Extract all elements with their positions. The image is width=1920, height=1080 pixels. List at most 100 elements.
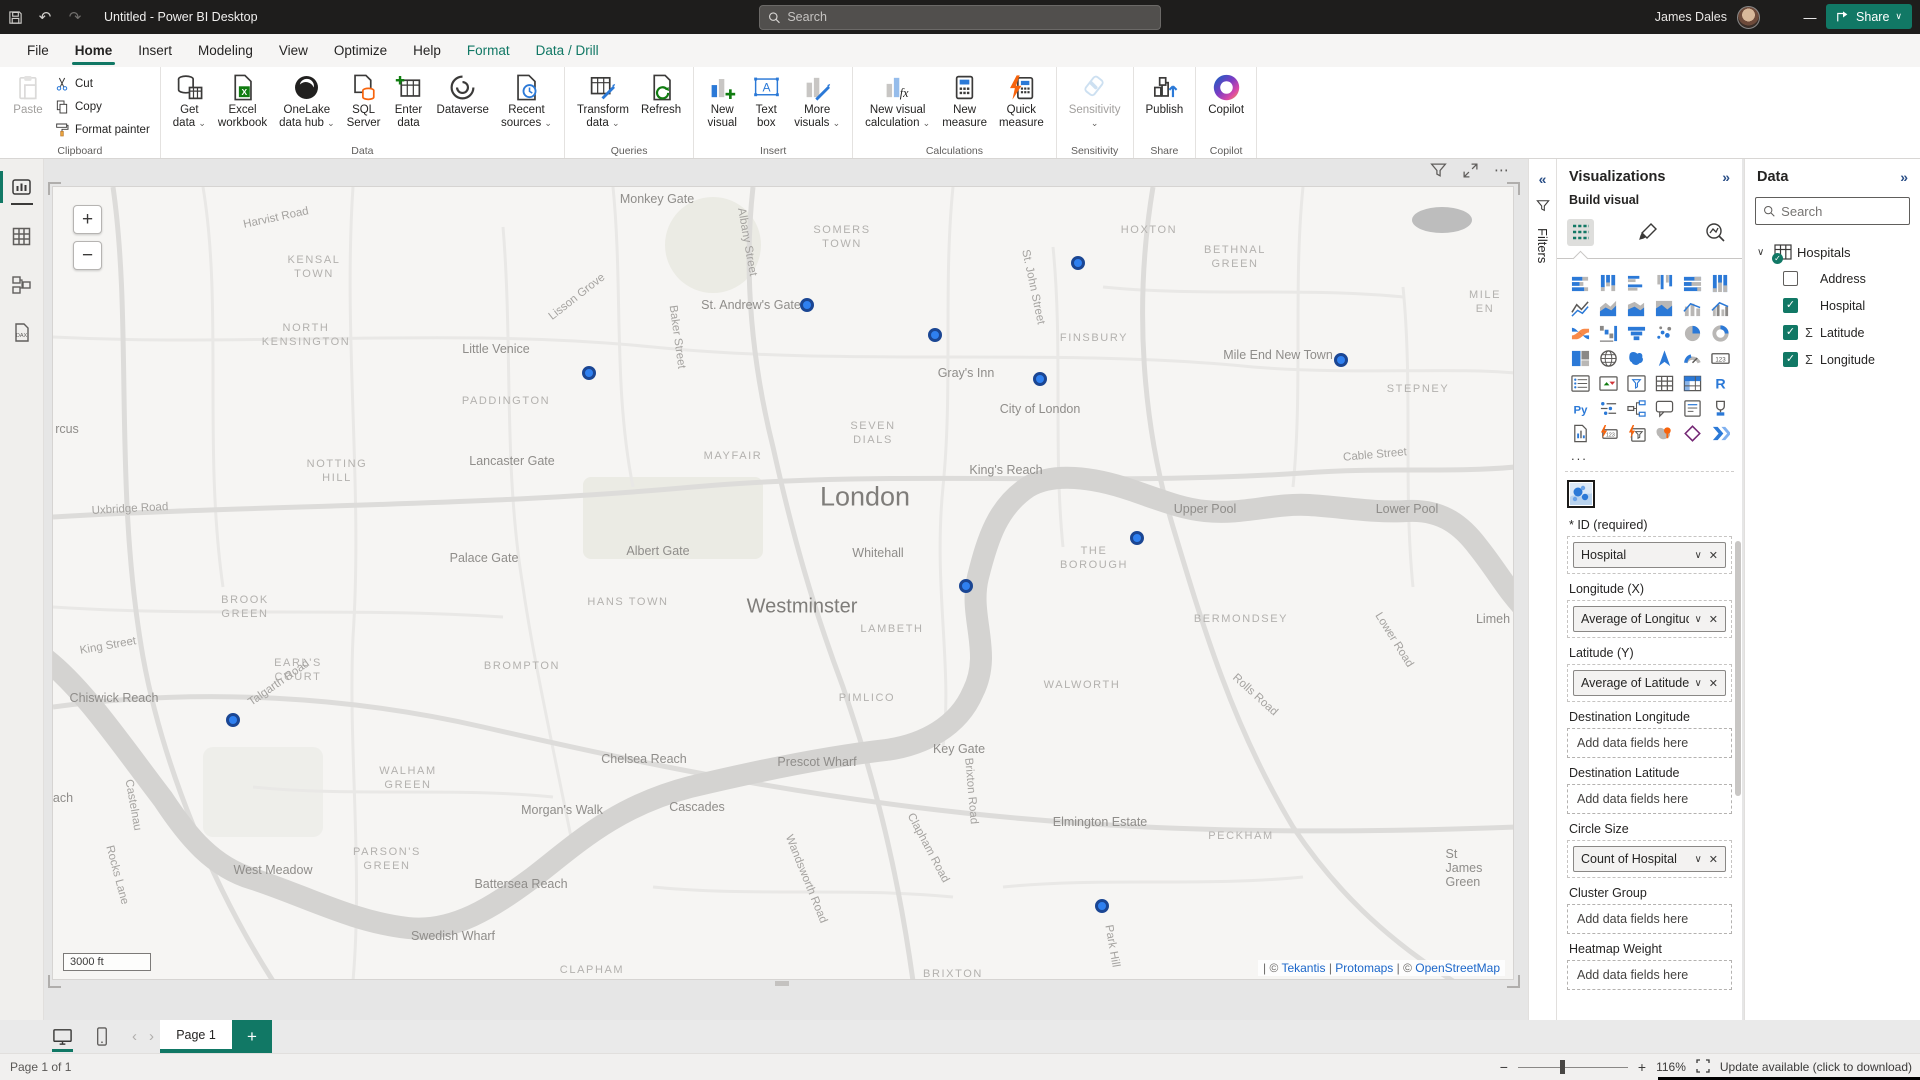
hospital-data-point[interactable]: [1095, 899, 1109, 913]
stacked-column-chart-icon[interactable]: [1594, 271, 1622, 296]
visual-resize-handle[interactable]: [775, 981, 789, 986]
ribbon-button-publish[interactable]: Publish: [1140, 72, 1190, 118]
ribbon-button-dataverse[interactable]: Dataverse: [431, 72, 495, 118]
gauge-icon[interactable]: [1678, 346, 1706, 371]
ribbon-button-enter-data[interactable]: Enterdata: [387, 72, 431, 131]
decomposition-tree-icon[interactable]: [1622, 396, 1650, 421]
menu-tab-view[interactable]: View: [266, 34, 321, 67]
kpi-icon[interactable]: [1594, 371, 1622, 396]
more-options-icon[interactable]: ⋯: [1494, 162, 1510, 182]
remove-field-icon[interactable]: ✕: [1709, 549, 1718, 562]
data-search-input[interactable]: [1781, 204, 1902, 219]
well-empty-heatmap-weight[interactable]: Add data fields here: [1567, 960, 1732, 990]
nav-table-view[interactable]: [9, 223, 35, 249]
chevron-down-icon[interactable]: ∨: [1757, 247, 1769, 258]
map-zoom-out-button[interactable]: −: [73, 241, 102, 270]
chevron-down-icon[interactable]: ∨: [1694, 678, 1701, 689]
stacked-bar-chart-icon[interactable]: [1566, 271, 1594, 296]
pane-scrollbar[interactable]: [1735, 541, 1741, 796]
ribbon-button-format-painter[interactable]: Format painter: [50, 120, 154, 140]
ribbon-button-cut[interactable]: Cut: [50, 74, 154, 94]
zoom-in-icon[interactable]: +: [1638, 1059, 1646, 1075]
remove-field-icon[interactable]: ✕: [1709, 613, 1718, 626]
map-visual[interactable]: Monkey GateHarvist RoadAlbany StreetSOME…: [52, 186, 1514, 980]
new-card-icon[interactable]: 123: [1594, 421, 1622, 446]
ribbon-button-more-visuals[interactable]: Morevisuals ⌄: [788, 72, 846, 131]
pie-chart-icon[interactable]: [1678, 321, 1706, 346]
ribbon-button-transform-data[interactable]: Transformdata ⌄: [571, 72, 635, 131]
checkbox-longitude[interactable]: ✓: [1783, 352, 1798, 367]
key-influencers-icon[interactable]: [1594, 396, 1622, 421]
remove-field-icon[interactable]: ✕: [1709, 853, 1718, 866]
menu-tab-data-drill[interactable]: Data / Drill: [523, 34, 612, 67]
selected-visual-cluster-map[interactable]: [1567, 480, 1595, 508]
ribbon-button-new-visual-calculation[interactable]: fxNew visualcalculation ⌄: [859, 72, 936, 131]
ribbon-button-copy[interactable]: Copy: [50, 97, 154, 117]
previous-page-arrow[interactable]: ‹: [126, 1020, 143, 1053]
undo-icon[interactable]: ↶: [30, 8, 60, 26]
table-icon[interactable]: [1650, 371, 1678, 396]
zoom-slider-handle[interactable]: [1560, 1060, 1565, 1074]
filters-pane-title[interactable]: Filters: [1535, 228, 1550, 263]
share-button[interactable]: Share ∨: [1826, 4, 1912, 29]
clustered-bar-chart-icon[interactable]: [1622, 271, 1650, 296]
menu-tab-optimize[interactable]: Optimize: [321, 34, 400, 67]
well-empty-destination-longitude[interactable]: Add data fields here: [1567, 728, 1732, 758]
ribbon-button-onelake-data-hub[interactable]: OneLakedata hub ⌄: [273, 72, 341, 131]
mobile-view-icon[interactable]: [91, 1026, 112, 1047]
chevron-down-icon[interactable]: ∨: [1694, 614, 1701, 625]
data-search-box[interactable]: [1755, 197, 1910, 225]
ribbon-chart-icon[interactable]: [1566, 321, 1594, 346]
donut-chart-icon[interactable]: [1706, 321, 1734, 346]
checkbox-latitude[interactable]: ✓: [1783, 325, 1798, 340]
hospital-data-point[interactable]: [226, 713, 240, 727]
remove-field-icon[interactable]: ✕: [1709, 677, 1718, 690]
tab-build-visual[interactable]: [1567, 219, 1594, 246]
desktop-view-icon[interactable]: [52, 1026, 73, 1047]
100-stacked-area-chart-icon[interactable]: [1650, 296, 1678, 321]
tab-analytics[interactable]: [1701, 219, 1728, 246]
field-row-address[interactable]: Address: [1745, 265, 1920, 292]
hospital-data-point[interactable]: [1334, 353, 1348, 367]
power-apps-icon[interactable]: [1678, 421, 1706, 446]
page-tab[interactable]: Page 1: [160, 1020, 232, 1053]
ribbon-button-recent-sources[interactable]: Recentsources ⌄: [495, 72, 558, 131]
menu-tab-format[interactable]: Format: [454, 34, 523, 67]
attribution-link[interactable]: OpenStreetMap: [1415, 961, 1500, 975]
100-stacked-bar-chart-icon[interactable]: [1678, 271, 1706, 296]
funnel-chart-icon[interactable]: [1622, 321, 1650, 346]
hospital-data-point[interactable]: [1130, 531, 1144, 545]
menu-tab-help[interactable]: Help: [400, 34, 454, 67]
fit-to-page-icon[interactable]: [1696, 1059, 1710, 1076]
line-and-clustered-column-chart-icon[interactable]: [1706, 296, 1734, 321]
ribbon-button-copilot[interactable]: Copilot: [1202, 72, 1250, 118]
attribution-link[interactable]: Protomaps: [1335, 961, 1393, 975]
field-row-latitude[interactable]: ✓ΣLatitude: [1745, 319, 1920, 346]
collapse-data-icon[interactable]: »: [1900, 169, 1908, 185]
ribbon-button-excel-workbook[interactable]: XExcelworkbook: [212, 72, 273, 131]
new-slicer-icon[interactable]: [1622, 421, 1650, 446]
r-script-visual-icon[interactable]: R: [1706, 371, 1734, 396]
hospital-data-point[interactable]: [1071, 256, 1085, 270]
paginated-report-icon[interactable]: [1566, 421, 1594, 446]
metrics-icon[interactable]: [1706, 396, 1734, 421]
checkbox-hospital[interactable]: ✓: [1783, 298, 1798, 313]
menu-tab-modeling[interactable]: Modeling: [185, 34, 266, 67]
area-chart-icon[interactable]: [1594, 296, 1622, 321]
hospital-data-point[interactable]: [959, 579, 973, 593]
collapse-visualizations-icon[interactable]: »: [1722, 169, 1730, 185]
matrix-icon[interactable]: [1678, 371, 1706, 396]
field-pill-average-of-latitude[interactable]: Average of Latitude∨✕: [1573, 670, 1726, 696]
ribbon-button-new-measure[interactable]: Newmeasure: [936, 72, 993, 131]
azure-map-icon[interactable]: [1650, 346, 1678, 371]
ribbon-button-refresh[interactable]: Refresh: [635, 72, 687, 118]
table-hospitals[interactable]: ∨ ✓ Hospitals: [1745, 239, 1920, 265]
100-stacked-column-chart-icon[interactable]: [1706, 271, 1734, 296]
zoom-slider[interactable]: [1518, 1067, 1628, 1068]
card-icon[interactable]: 123: [1706, 346, 1734, 371]
line-chart-icon[interactable]: [1566, 296, 1594, 321]
chevron-down-icon[interactable]: ∨: [1694, 854, 1701, 865]
update-available-link[interactable]: Update available (click to download): [1720, 1060, 1912, 1074]
ribbon-button-get-data[interactable]: Getdata ⌄: [167, 72, 212, 131]
filled-map-icon[interactable]: [1622, 346, 1650, 371]
